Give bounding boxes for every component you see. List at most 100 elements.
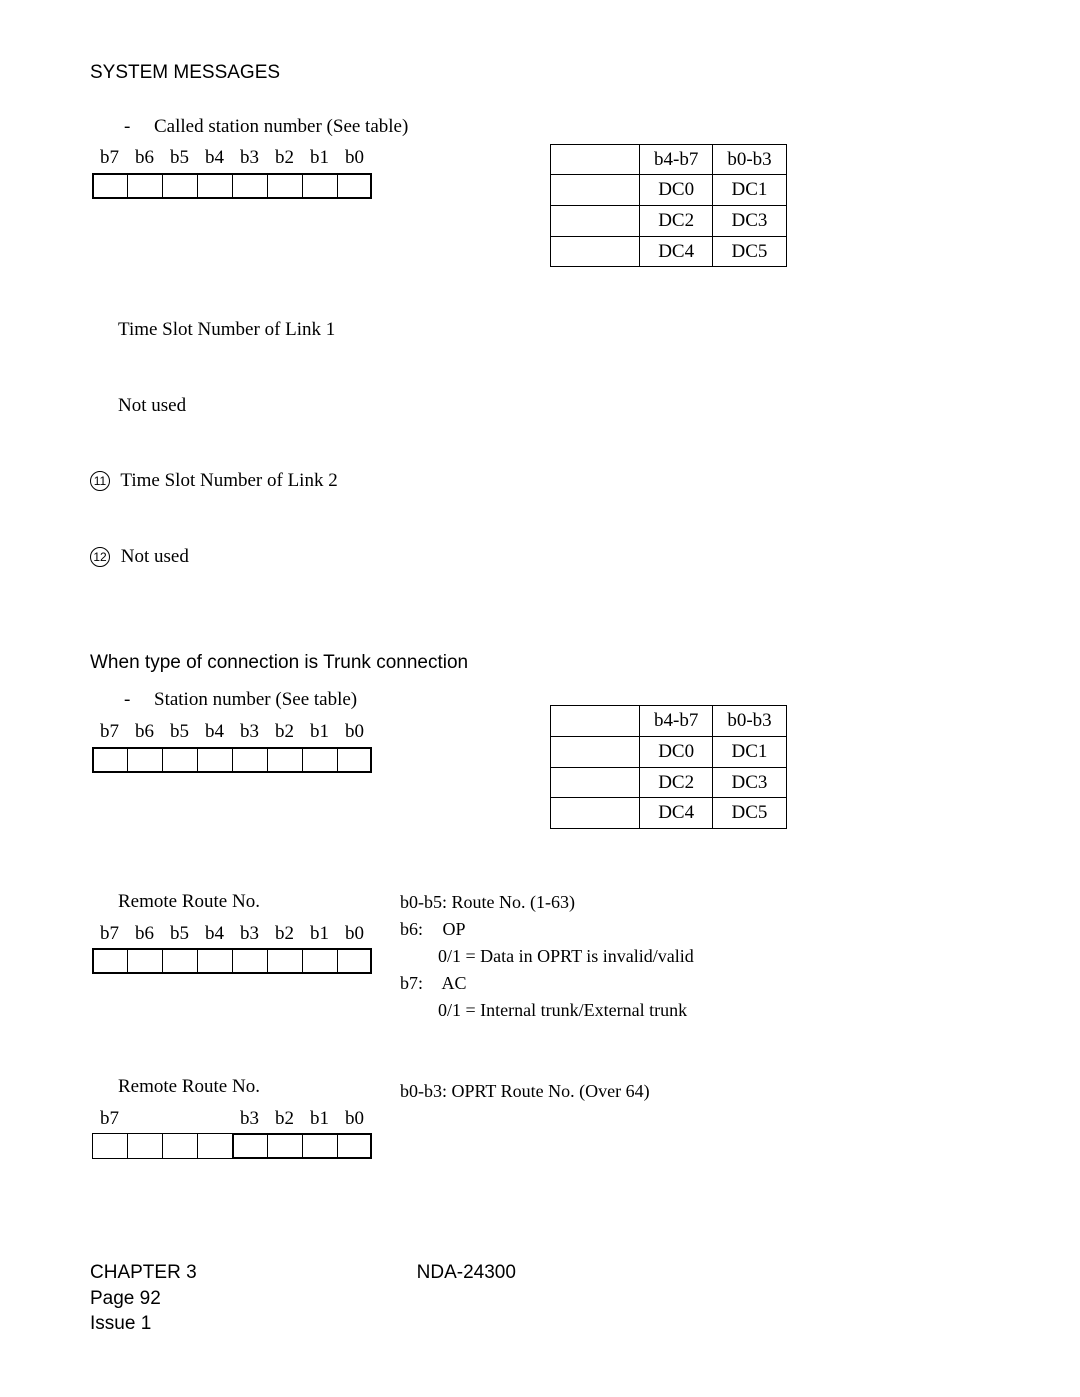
bit-cell (337, 173, 372, 199)
bit-cell (232, 747, 267, 773)
bit-label: b7 (92, 921, 127, 947)
bit-cell (267, 173, 302, 199)
circled-number-icon: 11 (90, 471, 110, 491)
bit-label (197, 1106, 232, 1132)
bit-cell (302, 173, 337, 199)
bit-header-3: b7 b6 b5 b4 b3 b2 b1 b0 (92, 921, 390, 947)
dash-text: Called station number (See table) (154, 114, 434, 140)
bit-cell (127, 747, 162, 773)
remote-route-title: Remote Route No. (90, 889, 390, 915)
remote2-desc: b0-b3: OPRT Route No. (Over 64) (400, 1078, 990, 1105)
dash-item-station: - Station number (See table) (118, 687, 510, 713)
dc-empty-cell (551, 767, 640, 798)
remote1-desc-b6-sub: 0/1 = Data in OPRT is invalid/valid (400, 943, 990, 970)
section-station-number: - Station number (See table) b7 b6 b5 b4… (90, 687, 990, 829)
bit-cell (162, 948, 197, 974)
bit-label: b2 (267, 921, 302, 947)
footer-doc-number: NDA-24300 (417, 1260, 990, 1286)
dc-cell: DC4 (640, 798, 713, 829)
section-remote-route-2: Remote Route No. b7 b3 b2 b1 b0 (90, 1074, 990, 1159)
bit-row-1 (92, 173, 510, 199)
dc-header-cell: b0-b3 (713, 144, 786, 175)
dc-cell: DC0 (640, 737, 713, 768)
line-item-text: Time Slot Number of Link 2 (120, 470, 337, 491)
bit-label (127, 1106, 162, 1132)
bit-label: b2 (267, 145, 302, 171)
line-item-notused1: Not used (90, 393, 990, 419)
bit-label: b3 (232, 1106, 267, 1132)
footer-chapter: CHAPTER 3 (90, 1260, 197, 1286)
bit-label: b6 (127, 719, 162, 745)
section-remote-route-1: Remote Route No. b7 b6 b5 b4 b3 b2 b1 b0 (90, 889, 990, 1024)
bit-row-2 (92, 747, 510, 773)
bit-cell (337, 948, 372, 974)
bit-label: b0 (337, 1106, 372, 1132)
bit-cell (127, 173, 162, 199)
dc-cell: DC1 (713, 737, 786, 768)
dc-header-cell: b4-b7 (640, 144, 713, 175)
dc-empty-cell (551, 144, 640, 175)
bit-cell (127, 1133, 162, 1159)
bit-label: b3 (232, 145, 267, 171)
line-item-link1: Time Slot Number of Link 1 (90, 317, 990, 343)
bit-cell (232, 1133, 267, 1159)
dc-cell: DC5 (713, 236, 786, 267)
bit-label: b6 (127, 145, 162, 171)
footer-issue: Issue 1 (90, 1311, 197, 1337)
dc-cell: DC2 (640, 767, 713, 798)
bit-label: b1 (302, 145, 337, 171)
remote1-desc-b0b5: b0-b5: Route No. (1-63) (400, 889, 990, 916)
remote1-desc-b7-sub: 0/1 = Internal trunk/External trunk (400, 997, 990, 1024)
bit-label: b4 (197, 719, 232, 745)
dc-empty-cell (551, 798, 640, 829)
remote1-desc-b6: b6: OP (400, 916, 990, 943)
section-heading-trunk: When type of connection is Trunk connect… (90, 650, 990, 676)
bit-label: b7 (92, 145, 127, 171)
dc-header-cell: b0-b3 (713, 706, 786, 737)
remote1-desc-b7: b7: AC (400, 970, 990, 997)
section-called-station: - Called station number (See table) b7 b… (90, 114, 990, 268)
bit-label: b4 (197, 921, 232, 947)
dc-header-cell: b4-b7 (640, 706, 713, 737)
page-footer: CHAPTER 3 Page 92 Issue 1 NDA-24300 (90, 1260, 990, 1337)
bit-label: b2 (267, 1106, 302, 1132)
dc-empty-cell (551, 236, 640, 267)
desc-value: OP (443, 919, 466, 939)
dc-empty-cell (551, 175, 640, 206)
bit-cell (232, 173, 267, 199)
bit-cell (302, 747, 337, 773)
page-header: SYSTEM MESSAGES (90, 60, 990, 86)
dc-cell: DC1 (713, 175, 786, 206)
bit-cell (197, 173, 232, 199)
line-item-circled-11: 11 Time Slot Number of Link 2 (90, 468, 990, 494)
bit-cell (267, 747, 302, 773)
remote-route-title: Remote Route No. (90, 1074, 390, 1100)
bit-label: b7 (92, 1106, 127, 1132)
bit-label: b0 (337, 145, 372, 171)
dash-text: Station number (See table) (154, 687, 510, 713)
bit-cell (267, 1133, 302, 1159)
bit-label: b1 (302, 719, 337, 745)
bit-label: b0 (337, 921, 372, 947)
bit-label (162, 1106, 197, 1132)
bit-label: b5 (162, 921, 197, 947)
dc-cell: DC4 (640, 236, 713, 267)
bit-cell (197, 948, 232, 974)
bit-cell (337, 747, 372, 773)
desc-value: AC (442, 973, 467, 993)
bit-cell (92, 1133, 127, 1159)
bit-cell (162, 1133, 197, 1159)
dc-empty-cell (551, 737, 640, 768)
bit-header-4: b7 b3 b2 b1 b0 (92, 1106, 390, 1132)
dc-table-2: b4-b7 b0-b3 DC0 DC1 DC2 DC3 DC4 DC5 (550, 705, 787, 829)
bit-label: b1 (302, 1106, 337, 1132)
page: SYSTEM MESSAGES - Called station number … (0, 0, 1080, 1397)
bit-cell (302, 1133, 337, 1159)
bit-cell (92, 747, 127, 773)
bit-label: b1 (302, 921, 337, 947)
bit-label: b4 (197, 145, 232, 171)
dash-item-called-station: - Called station number (See table) (118, 114, 510, 140)
bit-row-3 (92, 948, 390, 974)
line-item-circled-12: 12 Not used (90, 544, 990, 570)
line-item-text: Not used (121, 546, 189, 567)
